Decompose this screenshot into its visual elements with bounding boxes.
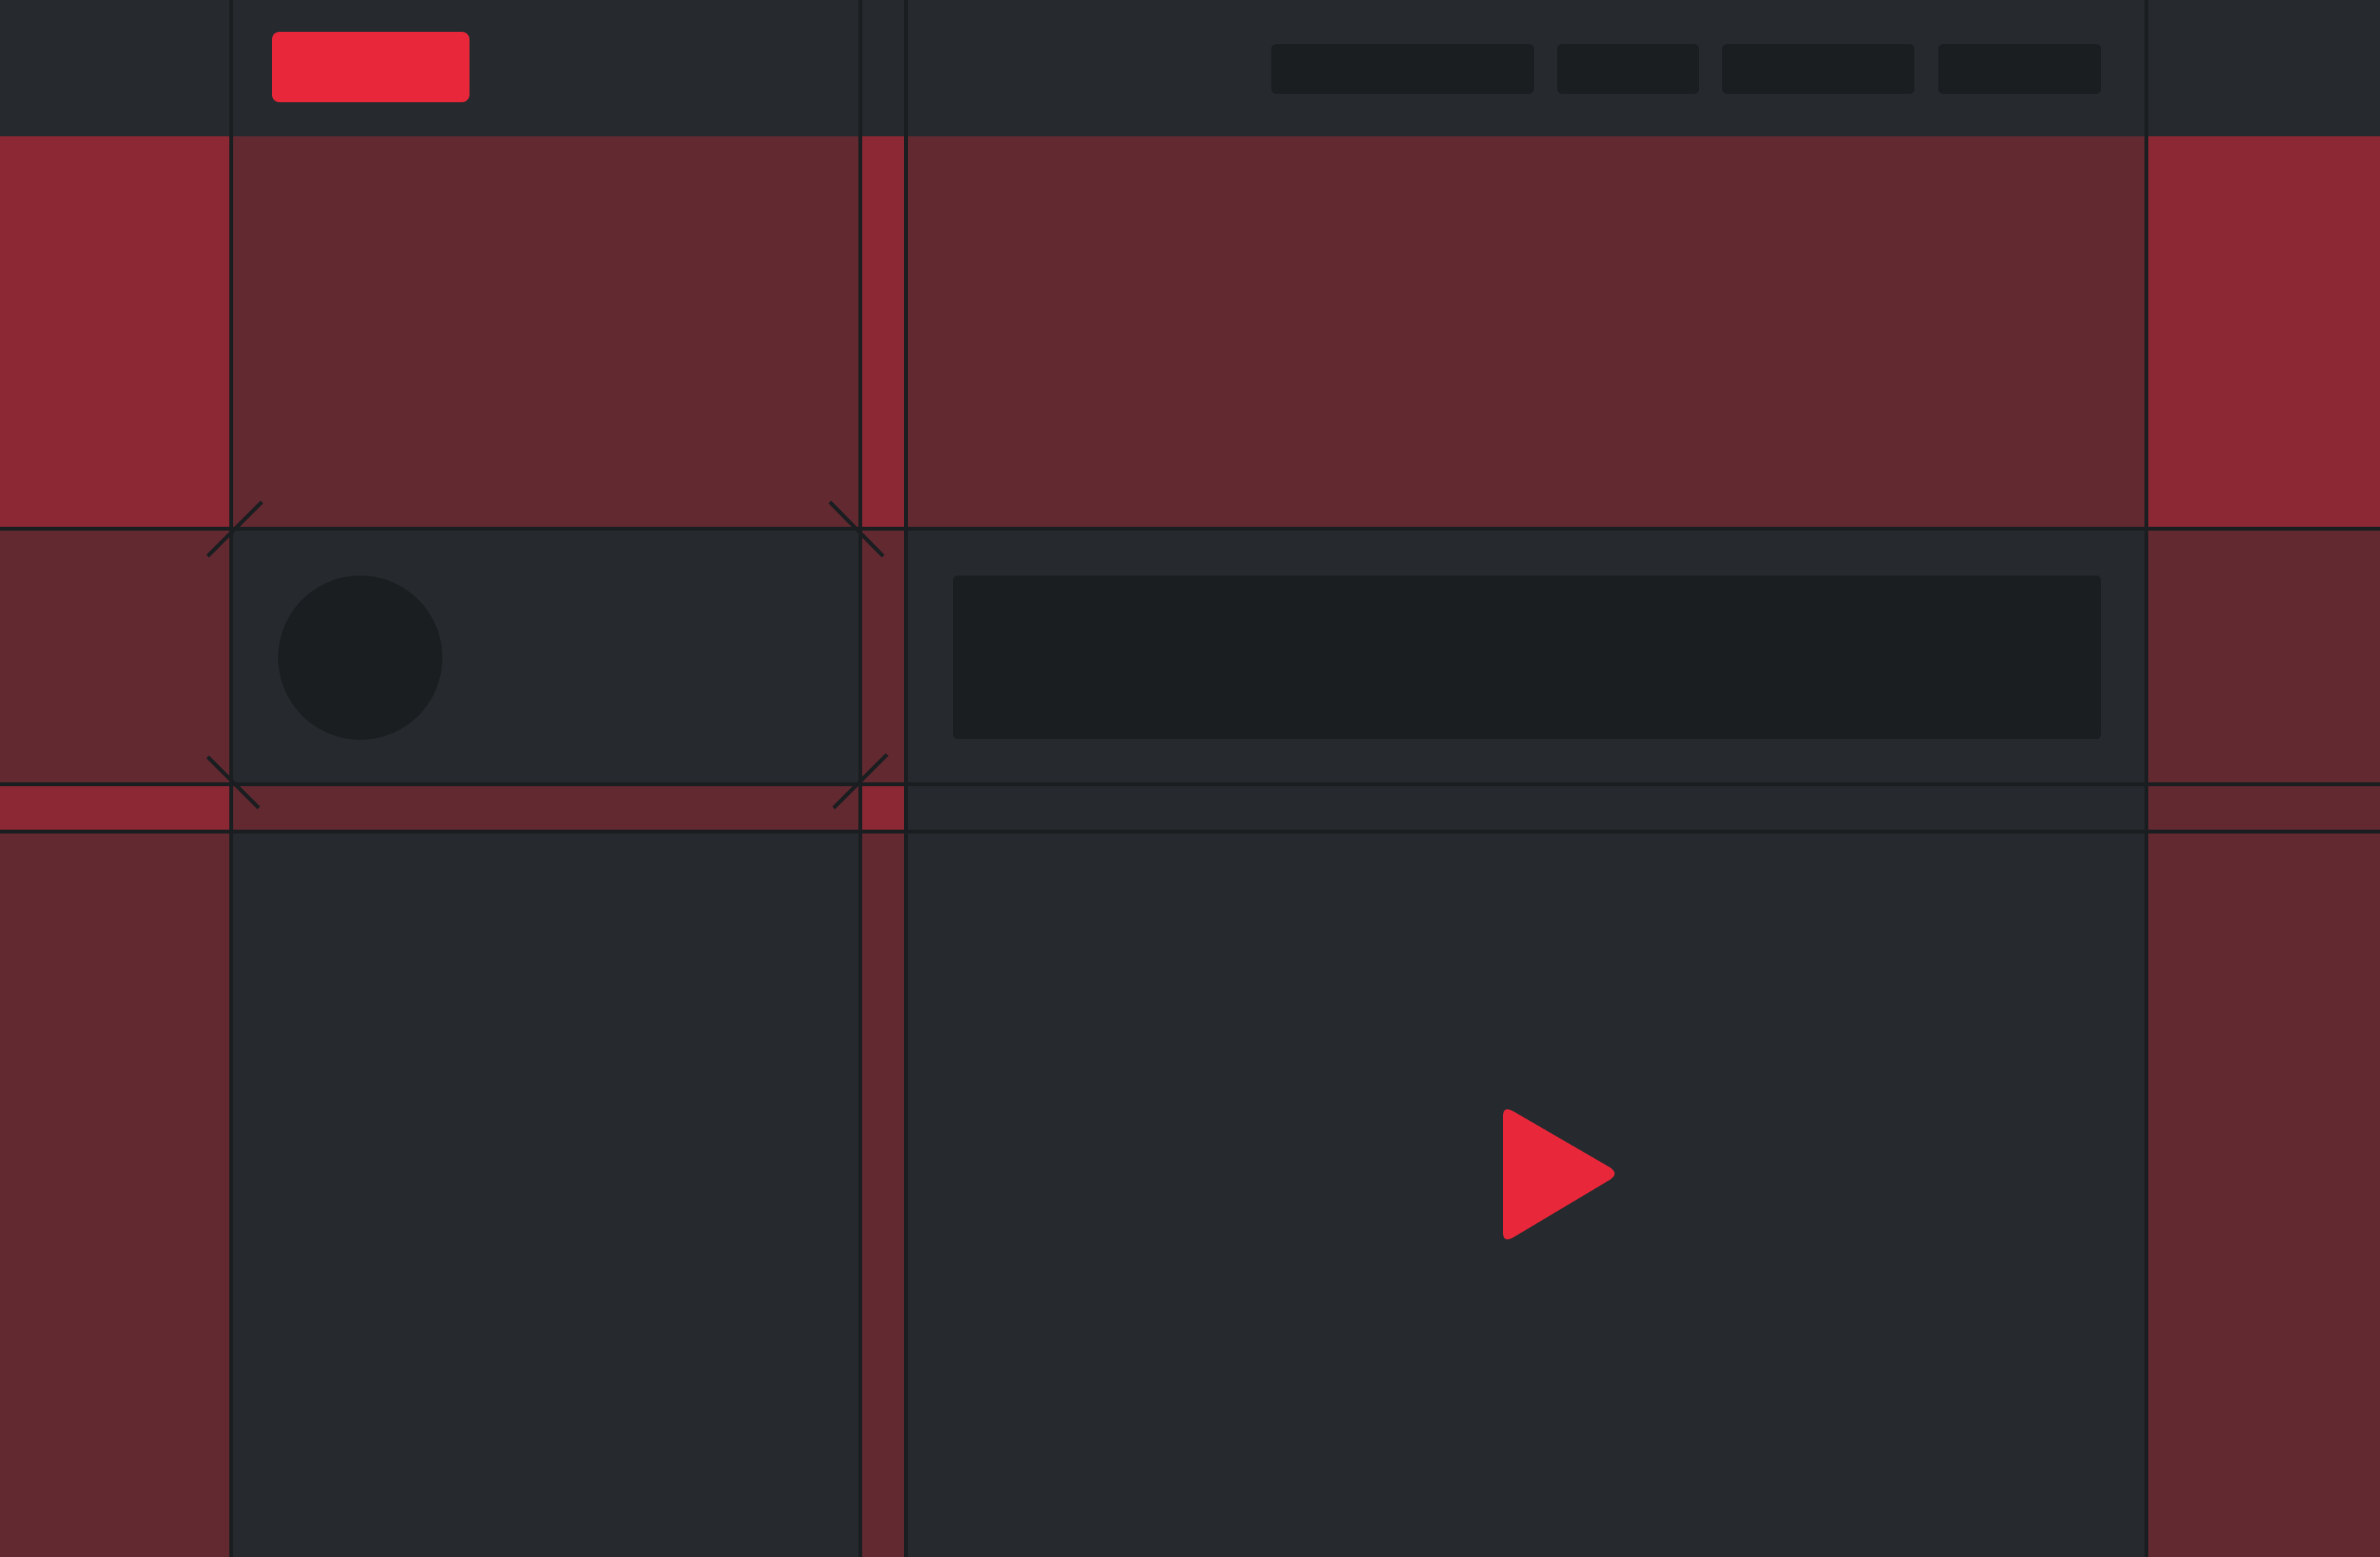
play-icon[interactable] xyxy=(1486,1104,1618,1247)
crosshair-mark xyxy=(832,753,889,809)
crosshair-mark xyxy=(206,500,263,558)
crosshair-mark xyxy=(206,755,260,809)
crosshair-mark xyxy=(828,500,885,558)
crosshair-marks xyxy=(206,500,889,809)
